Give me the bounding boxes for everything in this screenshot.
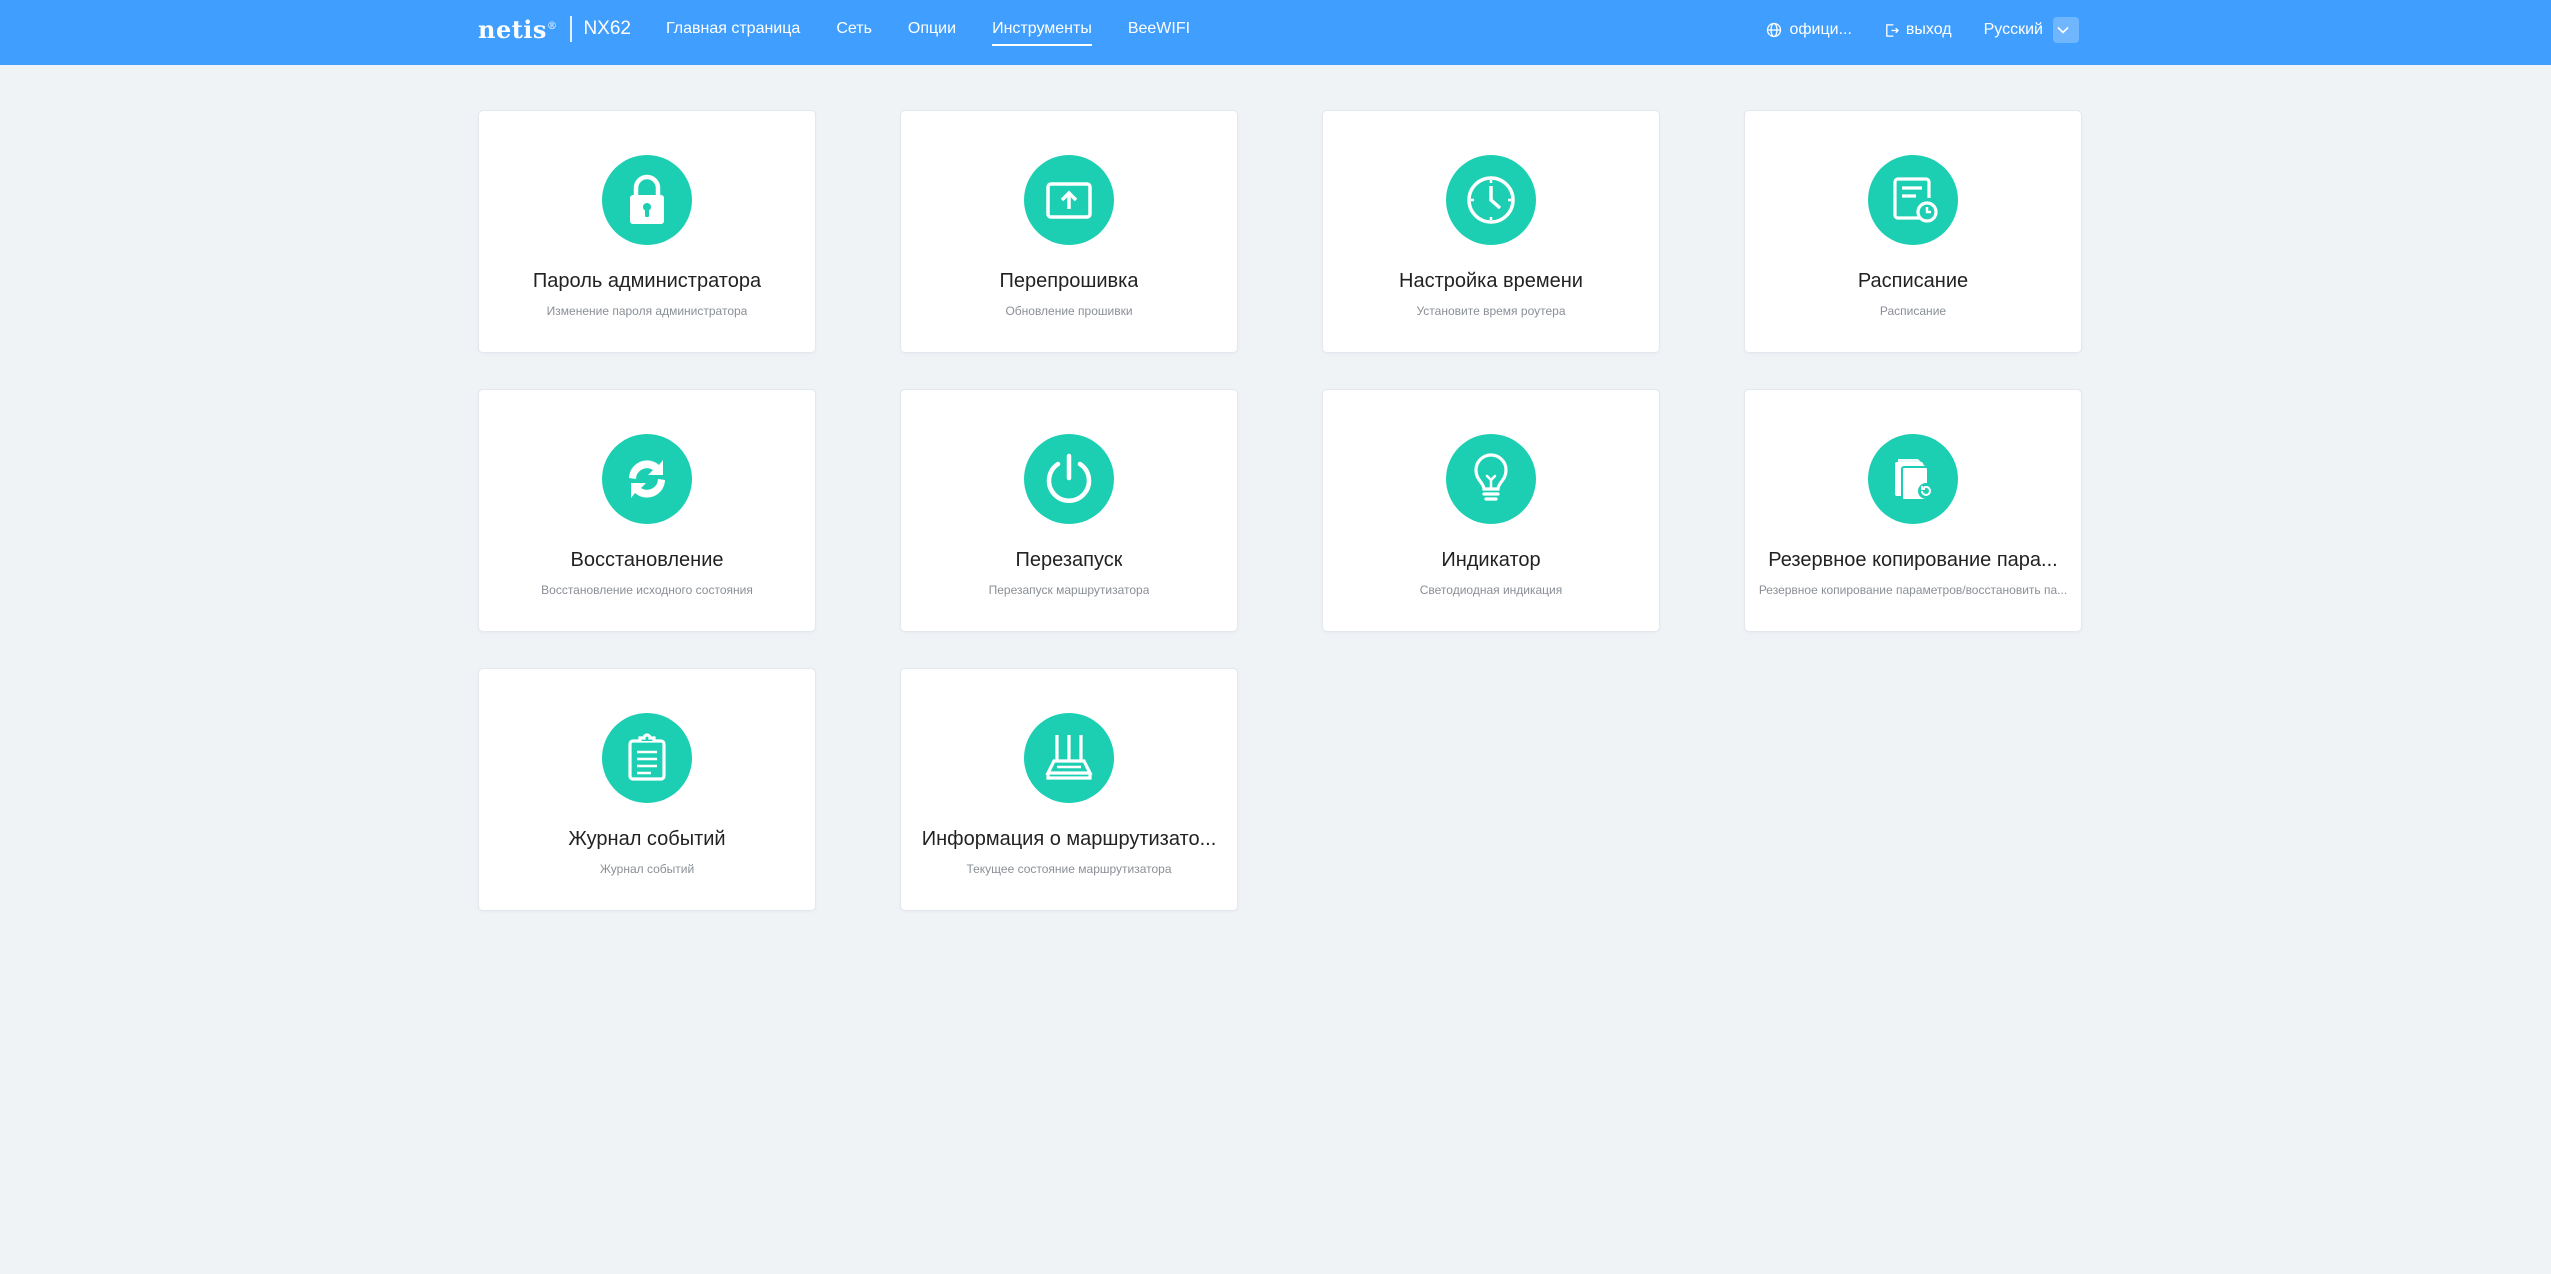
event-log-icon xyxy=(602,713,692,803)
tool-description: Перезапуск маршрутизатора xyxy=(988,583,1150,597)
netis-logo: netis® xyxy=(478,14,558,44)
tool-title: Восстановление xyxy=(570,549,724,571)
tool-description: Изменение пароля администратора xyxy=(546,304,748,318)
nav-tools[interactable]: Инструменты xyxy=(992,0,1092,58)
tool-description: Журнал событий xyxy=(599,862,695,876)
logout-icon xyxy=(1886,23,1899,37)
lightbulb-icon xyxy=(1446,434,1536,524)
router-icon xyxy=(1024,713,1114,803)
backup-icon xyxy=(1868,434,1958,524)
lock-icon xyxy=(602,155,692,245)
nav-beewifi[interactable]: BeeWIFI xyxy=(1128,0,1190,58)
nav-home[interactable]: Главная страница xyxy=(666,0,800,58)
tool-card-schedule[interactable]: Расписание Расписание xyxy=(1744,110,2082,353)
nav-options[interactable]: Опции xyxy=(908,0,956,58)
tool-card-indicator[interactable]: Индикатор Светодиодная индикация xyxy=(1322,389,1660,632)
tool-card-firmware[interactable]: Перепрошивка Обновление прошивки xyxy=(900,110,1238,353)
tool-title: Индикатор xyxy=(1441,549,1541,571)
header-actions: офици... выход Русский xyxy=(1734,0,2079,60)
tool-title: Перепрошивка xyxy=(999,270,1139,292)
tools-grid: Пароль администратора Изменение пароля а… xyxy=(478,110,2082,911)
brand-divider xyxy=(570,16,573,42)
main-nav: Главная страница Сеть Опции Инструменты … xyxy=(666,0,1226,65)
tool-description: Установите время роутера xyxy=(1416,304,1566,318)
restore-arrows-icon xyxy=(602,434,692,524)
tool-title: Пароль администратора xyxy=(532,270,762,292)
nav-network[interactable]: Сеть xyxy=(836,0,872,58)
logout-button[interactable]: выход xyxy=(1884,21,1952,39)
tool-title: Настройка времени xyxy=(1399,270,1583,292)
tool-card-backup[interactable]: Резервное копирование пара... Резервное … xyxy=(1744,389,2082,632)
tool-description: Обновление прошивки xyxy=(1005,304,1133,318)
firmware-upload-icon xyxy=(1024,155,1114,245)
tool-description: Восстановление исходного состояния xyxy=(541,583,753,597)
tool-title: Резервное копирование пара... xyxy=(1768,549,2058,571)
clock-icon xyxy=(1446,155,1536,245)
tool-card-event-log[interactable]: Журнал событий Журнал событий xyxy=(478,668,816,911)
tool-description: Расписание xyxy=(1879,304,1947,318)
schedule-icon xyxy=(1868,155,1958,245)
language-label: Русский xyxy=(1983,21,2043,38)
logout-label: выход xyxy=(1905,21,1952,38)
tool-card-admin-password[interactable]: Пароль администратора Изменение пароля а… xyxy=(478,110,816,353)
tool-description: Светодиодная индикация xyxy=(1419,583,1563,597)
official-label: офици... xyxy=(1789,21,1852,38)
tool-card-time-settings[interactable]: Настройка времени Установите время роуте… xyxy=(1322,110,1660,353)
tool-title: Расписание xyxy=(1857,270,1969,292)
tool-card-restore[interactable]: Восстановление Восстановление исходного … xyxy=(478,389,816,632)
tool-description: Резервное копирование параметров/восстан… xyxy=(1758,583,2068,597)
tool-description: Текущее состояние маршрутизатора xyxy=(966,862,1172,876)
brand[interactable]: netis® NX62 xyxy=(478,13,631,45)
tool-title: Перезапуск xyxy=(1015,549,1123,571)
top-bar: netis® NX62 Главная страница Сеть Опции … xyxy=(0,0,2551,65)
tool-title: Информация о маршрутизато... xyxy=(921,828,1217,850)
chevron-down-icon[interactable] xyxy=(2053,17,2079,43)
language-select[interactable]: Русский xyxy=(1984,17,2079,43)
globe-icon xyxy=(1767,22,1782,38)
tool-title: Журнал событий xyxy=(568,828,726,850)
tool-card-reboot[interactable]: Перезапуск Перезапуск маршрутизатора xyxy=(900,389,1238,632)
tool-card-router-info[interactable]: Информация о маршрутизато... Текущее сос… xyxy=(900,668,1238,911)
model-name: NX62 xyxy=(583,18,631,39)
power-icon xyxy=(1024,434,1114,524)
official-site-link[interactable]: офици... xyxy=(1766,21,1852,39)
